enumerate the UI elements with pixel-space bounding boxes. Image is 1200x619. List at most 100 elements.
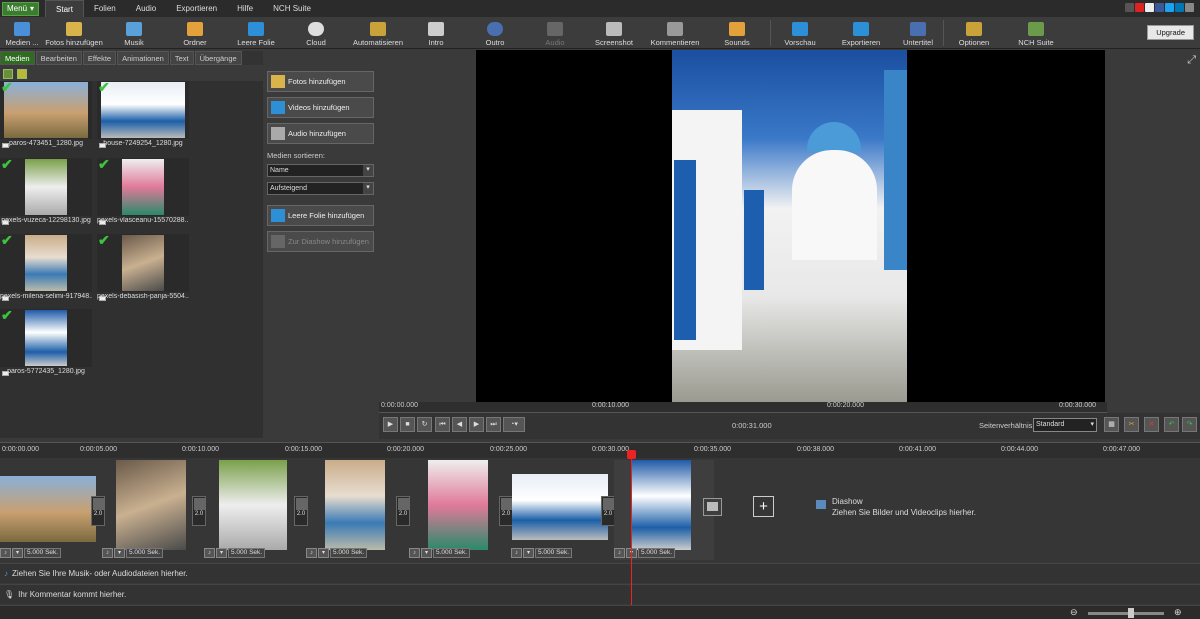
folder-button[interactable]: Ordner [164,17,226,49]
add-slide-button[interactable]: + [753,496,774,517]
sounds-button[interactable]: Sounds [704,17,770,49]
timeline-clip[interactable]: 2.0 ♪ ▾ 5.000 Sek. [0,460,112,560]
skip-end-icon[interactable]: ⏭ [486,417,501,432]
skip-start-icon[interactable]: ⏮ [435,417,450,432]
clip-duration[interactable]: 5.000 Sek. [638,548,676,558]
sort-by-select[interactable]: Name ▾ [267,164,374,177]
automate-button[interactable]: Automatisieren [346,17,410,49]
add-photos-button[interactable]: Fotos hinzufügen [267,71,374,92]
delete-icon[interactable]: ✕ [1144,417,1159,432]
youtube-icon[interactable] [1135,3,1144,12]
tab-animations[interactable]: Animationen [117,51,169,65]
chevron-down-icon[interactable]: ▾ [114,548,125,558]
preview-button[interactable]: Vorschau [771,17,829,49]
cloud-button[interactable]: Cloud [286,17,346,49]
media-button[interactable]: Medien ... [0,17,44,49]
chevron-down-icon[interactable]: ▾ [12,548,23,558]
tab-edit[interactable]: Bearbeiten [35,51,82,65]
chevron-down-icon[interactable]: ▾ [216,548,227,558]
add-to-slideshow-button[interactable]: Zur Diashow hinzufügen [267,231,374,252]
timeline-clip[interactable]: 2.0 ♪ ▾ 5.000 Sek. [409,460,513,560]
zoom-out-icon[interactable]: ⊖ [1070,607,1078,618]
chevron-down-icon[interactable]: ▾ [523,548,534,558]
clip-duration[interactable]: 5.000 Sek. [24,548,62,558]
export-button[interactable]: Exportieren [829,17,893,49]
sort-order-select[interactable]: Aufsteigend ▾ [267,182,374,195]
twitter-icon[interactable] [1165,3,1174,12]
zoom-slider[interactable] [1088,612,1164,615]
media-item[interactable]: ✔ paros-473451_1280.jpg [0,79,92,152]
comment-button[interactable]: Kommentieren [646,17,704,49]
zoom-in-icon[interactable]: ⊕ [1174,607,1182,618]
outro-button[interactable]: Outro [462,17,528,49]
tab-effects[interactable]: Effekte [82,51,117,65]
media-item[interactable]: ✔ paros-5772435_1280.jpg [0,307,92,380]
scissors-icon[interactable]: ✂ [1124,417,1139,432]
media-item[interactable]: ✔ pexels-debasish-panja-5504... [97,232,189,305]
redo-icon[interactable]: ↷ [1182,417,1197,432]
microphone-icon[interactable]: ♪ [102,548,113,558]
upgrade-button[interactable]: Upgrade [1147,25,1194,40]
play-icon[interactable]: ▶ [383,417,398,432]
crop-icon[interactable]: ▦ [1104,417,1119,432]
media-item[interactable]: ✔ house-7249254_1280.jpg [97,79,189,152]
tab-exportieren[interactable]: Exportieren [166,0,227,17]
microphone-icon[interactable]: ♪ [0,548,11,558]
thumbs-up-icon[interactable] [1145,3,1154,12]
media-item[interactable]: ✔ pexels-vlasceanu-15570288... [97,156,189,229]
chevron-down-icon[interactable]: ▾ [421,548,432,558]
options-button[interactable]: Optionen [944,17,1004,49]
clip-duration[interactable]: 5.000 Sek. [330,548,368,558]
timeline-clip[interactable]: 2.0 ♪ ▾ 5.000 Sek. [306,460,410,560]
menu-button[interactable]: Menü ▾ [2,1,40,16]
audio-track[interactable]: ♪ Ziehen Sie Ihre Musik- oder Audiodateie… [0,563,1200,583]
stop-icon[interactable]: ■ [400,417,415,432]
playhead-handle[interactable] [627,450,636,459]
nch-suite-button[interactable]: NCH Suite [1004,17,1068,49]
add-empty-slide-button[interactable]: Leere Folie hinzufügen [267,205,374,226]
step-forward-icon[interactable]: ▶ [469,417,484,432]
tab-audio[interactable]: Audio [126,0,166,17]
linkedin-icon[interactable] [1175,3,1184,12]
zoom-slider-handle[interactable] [1128,608,1134,618]
add-audio-button[interactable]: Audio hinzufügen [267,123,374,144]
intro-button[interactable]: Intro [410,17,462,49]
timeline-clip[interactable]: 2.0 ♪ ▾ 5.000 Sek. [102,460,206,560]
loop-icon[interactable]: ↻ [417,417,432,432]
step-back-icon[interactable]: ◀ [452,417,467,432]
timeline-clip[interactable]: 2.0 ♪ ▾ 5.000 Sek. [204,460,308,560]
timeline-clip-selected[interactable]: ♪▾5.000 Sek. [614,460,714,560]
microphone-icon[interactable]: ♪ [204,548,215,558]
add-media-icon[interactable] [17,68,27,79]
screenshot-button[interactable]: Screenshot [582,17,646,49]
microphone-icon[interactable]: ♪ [511,548,522,558]
music-button[interactable]: Musik [104,17,164,49]
clip-duration[interactable]: 5.000 Sek. [433,548,471,558]
clip-duration[interactable]: 5.000 Sek. [126,548,164,558]
fullscreen-icon[interactable]: ⤢ [1187,54,1196,67]
subtitle-button[interactable]: Untertitel [893,17,943,49]
chevron-down-icon[interactable]: ▾ [318,548,329,558]
folder-up-icon[interactable] [3,68,13,79]
facebook-icon[interactable] [1155,3,1164,12]
microphone-icon[interactable]: ♪ [409,548,420,558]
tab-start[interactable]: Start [45,0,84,17]
playhead[interactable] [631,450,632,605]
help-icon[interactable] [1185,3,1194,12]
transition-marker[interactable]: 2.0 [601,496,615,526]
aspect-ratio-select[interactable]: Standard ▾ [1033,418,1097,432]
tab-transitions[interactable]: Übergänge [194,51,242,65]
tab-folien[interactable]: Folien [84,0,126,17]
timeline-clip[interactable]: 2.0 ♪ ▾ 5.000 Sek. [511,460,615,560]
tab-hilfe[interactable]: Hilfe [227,0,263,17]
transition-marker[interactable]: 2.0 [396,496,410,526]
clip-duration[interactable]: 5.000 Sek. [535,548,573,558]
tab-text[interactable]: Text [169,51,194,65]
audio-button[interactable]: Audio [528,17,582,49]
tab-nch-suite[interactable]: NCH Suite [263,0,321,17]
media-item[interactable]: ✔ pexels-vuzeca-12298130.jpg [0,156,92,229]
undo-icon[interactable]: ↶ [1164,417,1179,432]
speed-icon[interactable]: ◔▾ [503,417,525,432]
comment-track[interactable]: 🎙 Ihr Kommentar kommt hierher. [0,584,1200,604]
transition-slot[interactable] [703,498,722,516]
